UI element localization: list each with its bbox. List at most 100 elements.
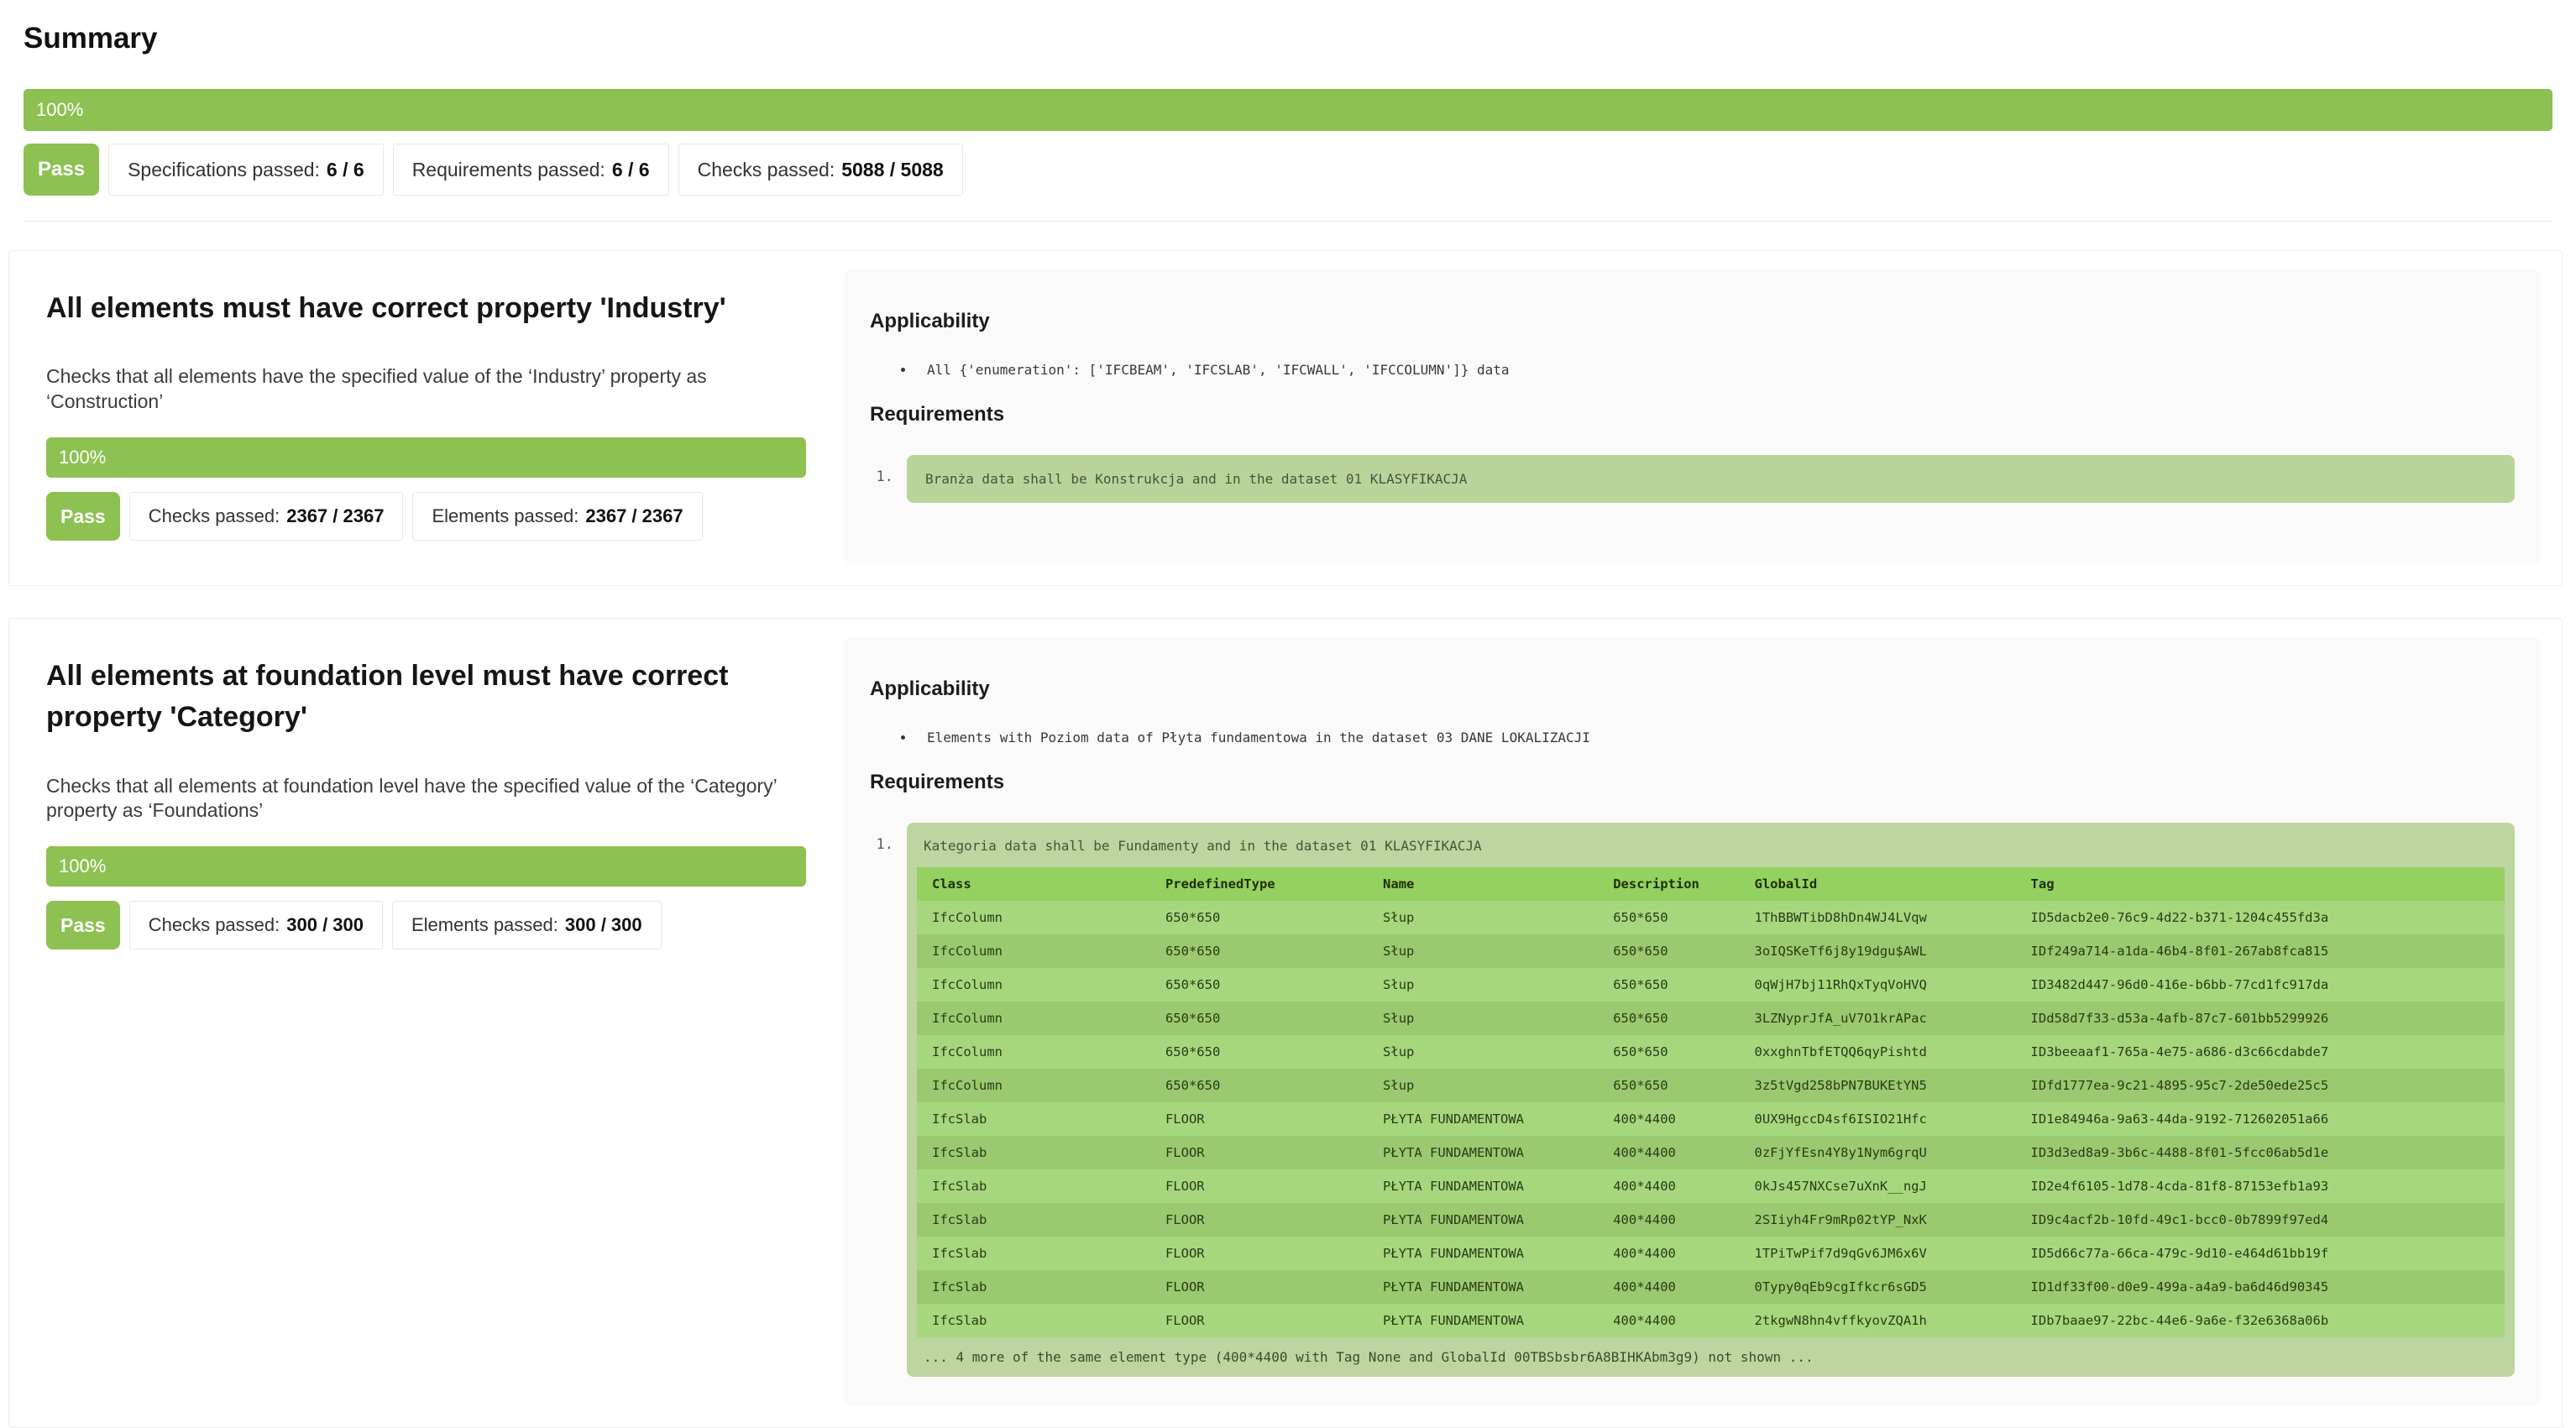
table-cell: IfcColumn: [917, 901, 1150, 934]
summary-stat-requirements: Requirements passed: 6 / 6: [393, 144, 669, 196]
table-cell: ID3482d447-96d0-416e-b6bb-77cd1fc917da: [2016, 968, 2505, 1002]
table-cell: ID5dacb2e0-76c9-4d22-b371-1204c455fd3a: [2016, 901, 2505, 934]
applicability-heading: Applicability: [870, 677, 2515, 701]
spec-detail-panel: Applicability Elements with Poziom data …: [845, 637, 2540, 1405]
table-cell: 2tkgwN8hn4vffkyovZQA1h: [1740, 1304, 2016, 1337]
requirement-number: 1.: [870, 455, 893, 503]
summary-stat-specifications: Specifications passed: 6 / 6: [108, 144, 384, 196]
table-cell: IfcSlab: [917, 1169, 1150, 1203]
column-header: PredefinedType: [1150, 867, 1368, 901]
table-row: IfcSlabFLOORPŁYTA FUNDAMENTOWA400*44002t…: [917, 1304, 2505, 1337]
spec-stat-checks: Checks passed: 300 / 300: [129, 901, 383, 949]
table-cell: 0qWjH7bj11RhQxTyqVoHVQ: [1740, 968, 2016, 1002]
applicability-heading: Applicability: [870, 310, 2515, 333]
applicability-list: Elements with Poziom data of Płyta funda…: [870, 730, 2515, 745]
table-row: IfcSlabFLOORPŁYTA FUNDAMENTOWA400*44000U…: [917, 1102, 2505, 1136]
table-cell: 1TPiTwPif7d9qGv6JM6x6V: [1740, 1237, 2016, 1270]
table-cell: 1ThBBWTibD8hDn4WJ4LVqw: [1740, 901, 2016, 934]
table-cell: 0xxghnTbfETQQ6qyPishtd: [1740, 1035, 2016, 1069]
table-cell: PŁYTA FUNDAMENTOWA: [1368, 1169, 1598, 1203]
stat-value: 2367 / 2367: [585, 505, 683, 527]
table-cell: 400*4400: [1598, 1237, 1739, 1270]
stat-label: Elements passed:: [432, 505, 579, 527]
table-cell: IfcSlab: [917, 1304, 1150, 1337]
spec-status-row: Pass Checks passed: 2367 / 2367 Elements…: [46, 492, 806, 541]
table-cell: Słup: [1368, 1035, 1598, 1069]
spec-summary-column: All elements at foundation level must ha…: [46, 637, 806, 1405]
table-cell: 650*650: [1598, 901, 1739, 934]
table-cell: 650*650: [1598, 1002, 1739, 1035]
stat-label: Checks passed:: [698, 159, 835, 181]
results-table-body: IfcColumn650*650Słup650*6501ThBBWTibD8hD…: [917, 901, 2505, 1337]
table-cell: ID1df33f00-d0e9-499a-a4a9-ba6d46d90345: [2016, 1270, 2505, 1304]
table-cell: 650*650: [1150, 1002, 1368, 1035]
table-row: IfcColumn650*650Słup650*6503LZNyprJfA_uV…: [917, 1002, 2505, 1035]
table-row: IfcColumn650*650Słup650*6501ThBBWTibD8hD…: [917, 901, 2505, 934]
table-row: IfcColumn650*650Słup650*6503oIQSKeTf6j8y…: [917, 934, 2505, 968]
spec-progress-bar: 100%: [46, 437, 806, 478]
requirement-item: 1. Kategoria data shall be Fundamenty an…: [870, 823, 2515, 1377]
table-cell: Słup: [1368, 1002, 1598, 1035]
summary-stat-checks: Checks passed: 5088 / 5088: [678, 144, 963, 196]
column-header: Name: [1368, 867, 1598, 901]
table-cell: IfcSlab: [917, 1102, 1150, 1136]
requirement-text: Branża data shall be Konstrukcja and in …: [919, 468, 2503, 490]
table-cell: IfcSlab: [917, 1270, 1150, 1304]
table-cell: 650*650: [1150, 968, 1368, 1002]
table-cell: FLOOR: [1150, 1102, 1368, 1136]
table-row: IfcSlabFLOORPŁYTA FUNDAMENTOWA400*44000k…: [917, 1169, 2505, 1203]
table-cell: 400*4400: [1598, 1136, 1739, 1169]
spec-progress-bar: 100%: [46, 846, 806, 887]
spec-title: All elements at foundation level must ha…: [46, 656, 793, 739]
applicability-list: All {'enumeration': ['IFCBEAM', 'IFCSLAB…: [870, 362, 2515, 378]
table-row: IfcColumn650*650Słup650*6503z5tVgd258bPN…: [917, 1069, 2505, 1102]
table-cell: ID3d3ed8a9-3b6c-4488-8f01-5fcc06ab5d1e: [2016, 1136, 2505, 1169]
table-cell: IfcColumn: [917, 968, 1150, 1002]
spec-description: Checks that all elements at foundation l…: [46, 774, 802, 824]
table-cell: FLOOR: [1150, 1270, 1368, 1304]
table-cell: FLOOR: [1150, 1136, 1368, 1169]
spec-progress-label: 100%: [59, 855, 106, 877]
table-cell: 0zFjYfEsn4Y8y1Nym6grqU: [1740, 1136, 2016, 1169]
table-row: IfcSlabFLOORPŁYTA FUNDAMENTOWA400*44002S…: [917, 1203, 2505, 1237]
table-cell: 0Typy0qEb9cgIfkcr6sGD5: [1740, 1270, 2016, 1304]
table-cell: Słup: [1368, 1069, 1598, 1102]
stat-label: Checks passed:: [149, 914, 280, 936]
table-cell: FLOOR: [1150, 1237, 1368, 1270]
stat-value: 6 / 6: [612, 159, 650, 181]
column-header: Class: [917, 867, 1150, 901]
table-cell: 3LZNyprJfA_uV7O1krAPac: [1740, 1002, 2016, 1035]
table-row: IfcSlabFLOORPŁYTA FUNDAMENTOWA400*44000T…: [917, 1270, 2505, 1304]
table-cell: IDd58d7f33-d53a-4afb-87c7-601bb5299926: [2016, 1002, 2505, 1035]
table-cell: IfcSlab: [917, 1203, 1150, 1237]
spec-summary-column: All elements must have correct property …: [46, 269, 806, 563]
table-footer-note: ... 4 more of the same element type (400…: [917, 1337, 2505, 1372]
column-header: GlobalId: [1740, 867, 2016, 901]
table-cell: 400*4400: [1598, 1304, 1739, 1337]
spec-stat-elements: Elements passed: 2367 / 2367: [412, 492, 702, 541]
requirement-text: Kategoria data shall be Fundamenty and i…: [917, 831, 2505, 867]
table-cell: ID1e84946a-9a63-44da-9192-712602051a66: [2016, 1102, 2505, 1136]
table-cell: IfcColumn: [917, 934, 1150, 968]
failed-elements-table: ClassPredefinedTypeNameDescriptionGlobal…: [917, 867, 2505, 1337]
stat-label: Requirements passed:: [412, 159, 605, 181]
table-cell: ID9c4acf2b-10fd-49c1-bcc0-0b7899f97ed4: [2016, 1203, 2505, 1237]
table-cell: 400*4400: [1598, 1169, 1739, 1203]
table-cell: 3oIQSKeTf6j8y19dgu$AWL: [1740, 934, 2016, 968]
spec-title: All elements must have correct property …: [46, 288, 793, 329]
table-cell: IfcColumn: [917, 1035, 1150, 1069]
applicability-item: All {'enumeration': ['IFCBEAM', 'IFCSLAB…: [915, 362, 2515, 378]
table-cell: IfcColumn: [917, 1069, 1150, 1102]
spec-stat-checks: Checks passed: 2367 / 2367: [129, 492, 404, 541]
spec-detail-panel: Applicability All {'enumeration': ['IFCB…: [845, 269, 2540, 563]
requirement-box: Branża data shall be Konstrukcja and in …: [907, 455, 2515, 503]
table-cell: 650*650: [1598, 934, 1739, 968]
stat-value: 6 / 6: [327, 159, 364, 181]
requirements-heading: Requirements: [870, 403, 2515, 426]
spec-progress-label: 100%: [59, 447, 106, 468]
table-cell: IfcSlab: [917, 1136, 1150, 1169]
results-table-head-row: ClassPredefinedTypeNameDescriptionGlobal…: [917, 867, 2505, 901]
stat-label: Checks passed:: [149, 505, 280, 527]
table-cell: ID5d66c77a-66ca-479c-9d10-e464d61bb19f: [2016, 1237, 2505, 1270]
page-title: Summary: [24, 22, 2552, 55]
